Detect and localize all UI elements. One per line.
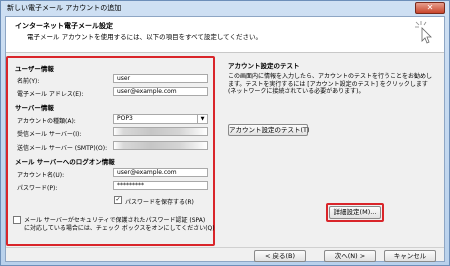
password-input[interactable]: ********* [113, 181, 208, 190]
name-input[interactable]: user [113, 74, 208, 83]
user-info-heading: ユーザー情報 [15, 65, 54, 73]
cursor-click-icon [415, 21, 432, 44]
close-button[interactable]: ✕ [415, 2, 445, 14]
account-type-value: POP3 [117, 115, 133, 122]
account-type-label: アカウントの種類(A): [17, 118, 76, 125]
remember-password-label: パスワードを保存する(R) [125, 199, 194, 206]
title-bar: 新しい電子メール アカウントの追加 ✕ [1, 1, 449, 15]
account-test-panel: アカウント設定のテスト この画面内に情報を入力したら、アカウントのテストを行うこ… [228, 56, 442, 246]
account-name-input[interactable]: user@example.com [113, 168, 208, 177]
next-button[interactable]: 次へ(N) > [324, 250, 376, 262]
account-type-select[interactable]: POP3 ▼ [113, 114, 208, 124]
logon-info-heading: メール サーバーへのログオン情報 [15, 158, 115, 166]
password-label: パスワード(P): [17, 185, 58, 192]
dialog-header: インターネット電子メール設定 電子メール アカウントを使用するには、以下の項目を… [6, 17, 444, 53]
page-title: インターネット電子メール設定 [15, 22, 113, 30]
more-settings-button[interactable]: 詳細設定(M)... [329, 206, 381, 219]
incoming-server-label: 受信メール サーバー(I): [17, 131, 82, 138]
email-label: 電子メール アドレス(E): [17, 91, 84, 98]
remember-password-checkbox[interactable]: ✓ [114, 196, 122, 204]
name-label: 名前(Y): [17, 78, 40, 85]
account-test-heading: アカウント設定のテスト [228, 62, 300, 70]
dialog-client: インターネット電子メール設定 電子メール アカウントを使用するには、以下の項目を… [5, 16, 445, 262]
chevron-down-icon[interactable]: ▼ [197, 115, 207, 123]
account-test-description: この画面内に情報を入力したら、アカウントのテストを行うことをお勧めします。テスト… [228, 73, 433, 95]
dialog-window: 新しい電子メール アカウントの追加 ✕ インターネット電子メール設定 電子メール… [0, 0, 450, 266]
footer-divider [6, 247, 444, 248]
email-input[interactable]: user@example.com [113, 87, 208, 96]
server-info-heading: サーバー情報 [15, 104, 54, 112]
account-name-label: アカウント名(U): [17, 172, 65, 179]
page-subtitle: 電子メール アカウントを使用するには、以下の項目をすべて設定してください。 [27, 33, 262, 41]
spa-label-line2: に対応している場合には、チェック ボックスをオンにしてください(Q) [24, 225, 215, 232]
settings-form: ユーザー情報 名前(Y): user 電子メール アドレス(E): user@e… [6, 56, 215, 246]
back-button[interactable]: < 戻る(B) [254, 250, 306, 262]
window-title: 新しい電子メール アカウントの追加 [7, 4, 122, 12]
spa-checkbox[interactable] [13, 216, 21, 224]
test-account-button[interactable]: アカウント設定のテスト(T) [228, 124, 310, 136]
outgoing-server-label: 送信メール サーバー (SMTP)(O): [17, 145, 108, 152]
incoming-server-input[interactable] [113, 127, 208, 136]
outgoing-server-input[interactable] [113, 141, 208, 150]
cancel-button[interactable]: キャンセル [384, 250, 436, 262]
